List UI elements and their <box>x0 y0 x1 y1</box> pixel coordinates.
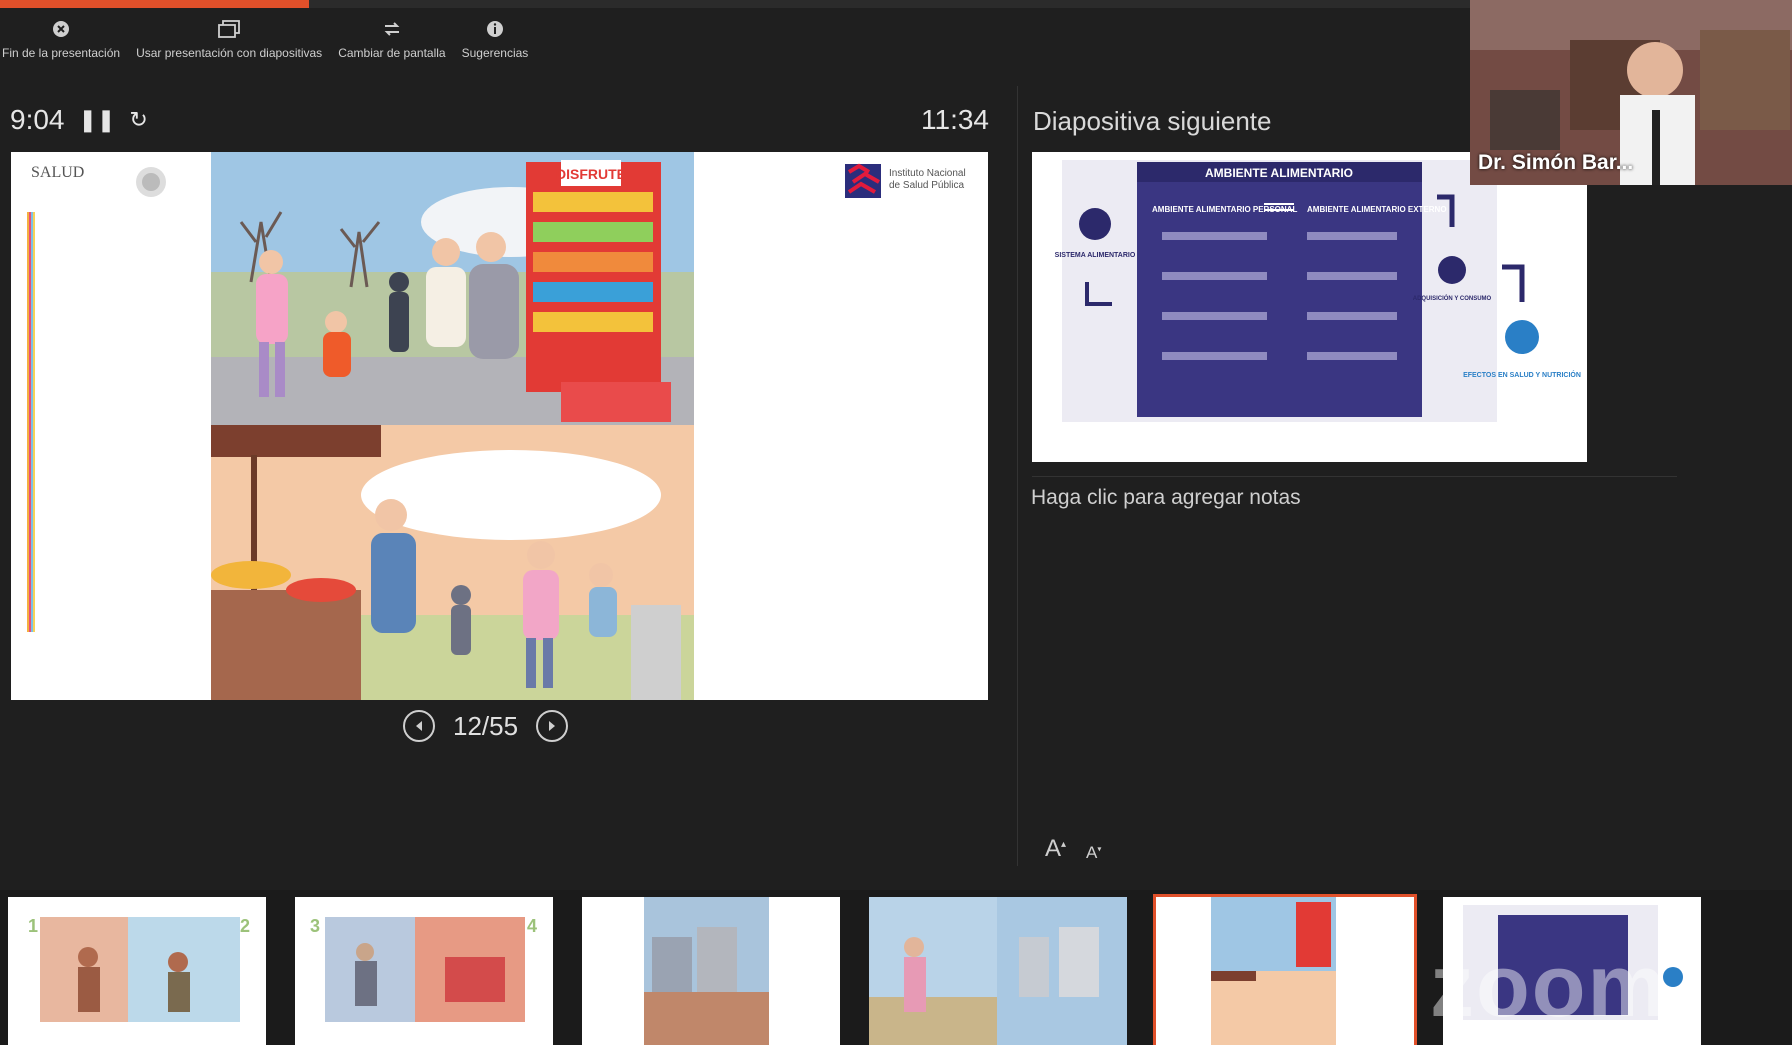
thumbnail-slide[interactable] <box>582 897 840 1045</box>
end-presentation-button[interactable]: Fin de la presentación <box>2 18 120 66</box>
use-slideshow-button[interactable]: Usar presentación con diapositivas <box>136 18 322 66</box>
participant-video[interactable]: Dr. Simón Bar... <box>1470 0 1792 185</box>
thumbnail-image <box>582 897 840 1045</box>
svg-text:1: 1 <box>28 916 38 936</box>
food-environment-diagram: AMBIENTE ALIMENTARIO AMBIENTE ALIMENTARI… <box>1055 160 1581 422</box>
use-slideshow-label: Usar presentación con diapositivas <box>136 46 323 60</box>
thumbnail-slide[interactable]: 1 2 <box>8 897 266 1045</box>
next-slide-button[interactable] <box>536 710 569 742</box>
salud-logo-text: SALUD <box>31 164 85 181</box>
diagram-efectos: EFECTOS EN SALUD Y NUTRICIÓN <box>1463 370 1581 379</box>
presenter-toolbar: Fin de la presentación Usar presentación… <box>0 18 528 66</box>
slide-navigator: 12/55 <box>403 710 569 742</box>
reset-icon[interactable]: ↻ <box>129 107 147 133</box>
swap-arrows-icon <box>381 18 403 40</box>
switch-screen-label: Cambiar de pantalla <box>338 46 446 60</box>
chevron-left-icon <box>416 721 422 731</box>
participant-name: Dr. Simón Bar... <box>1478 151 1634 174</box>
elapsed-time: 9:04 <box>10 104 65 135</box>
previous-slide-button[interactable] <box>403 710 435 742</box>
svg-text:2: 2 <box>240 916 250 936</box>
diagram-sistema: SISTEMA ALIMENTARIO <box>1055 252 1136 259</box>
thumbnail-slide-current[interactable] <box>1153 894 1417 1045</box>
market-illustration <box>211 425 694 700</box>
notes-divider <box>1032 476 1677 477</box>
info-icon <box>484 18 506 40</box>
presentation-progress-track <box>0 0 1470 8</box>
notes-font-controls: A▴ A▾ <box>1045 835 1101 863</box>
close-circle-icon <box>50 18 72 40</box>
decrease-font-button[interactable]: A▾ <box>1086 843 1101 863</box>
thumbnail-image <box>1156 897 1414 1045</box>
color-stripe <box>27 212 37 632</box>
chevron-right-icon <box>549 721 556 731</box>
speaker-notes[interactable]: Haga clic para agregar notas <box>1031 486 1301 510</box>
park-store-illustration: DISFRUTE <box>211 152 694 425</box>
end-presentation-label: Fin de la presentación <box>2 46 121 60</box>
panel-divider <box>1017 86 1018 866</box>
tips-label: Sugerencias <box>461 46 529 60</box>
elapsed-timer: 9:04 ❚❚ ↻ <box>10 104 148 136</box>
thumbnail-image: 1 2 <box>8 897 266 1045</box>
thumbnail-slide[interactable]: 3 4 <box>295 897 553 1045</box>
zoom-watermark: zoom <box>1430 936 1668 1035</box>
store-sign: DISFRUTE <box>556 166 626 182</box>
presentation-progress-fill <box>0 0 309 8</box>
next-slide-preview[interactable]: AMBIENTE ALIMENTARIO AMBIENTE ALIMENTARI… <box>1032 152 1587 462</box>
diagram-title: AMBIENTE ALIMENTARIO <box>1205 166 1353 180</box>
switch-screen-button[interactable]: Cambiar de pantalla <box>338 18 446 66</box>
increase-font-button[interactable]: A▴ <box>1045 835 1066 863</box>
tips-button[interactable]: Sugerencias <box>461 18 529 66</box>
pause-icon[interactable]: ❚❚ <box>79 107 116 133</box>
insp-line2: de Salud Pública <box>889 180 965 191</box>
insp-logo: Instituto Nacional de Salud Pública <box>843 162 978 202</box>
thumbnail-slide[interactable] <box>869 897 1127 1045</box>
slides-icon <box>218 18 241 40</box>
current-slide[interactable]: SALUD Instituto Nacional de Salud Públic… <box>11 152 988 700</box>
insp-line1: Instituto Nacional <box>889 168 966 179</box>
thumbnail-image: 3 4 <box>295 897 553 1045</box>
salud-logo: SALUD <box>31 164 181 200</box>
slide-counter: 12/55 <box>453 710 519 741</box>
current-time: 11:34 <box>921 104 989 135</box>
next-slide-heading: Diapositiva siguiente <box>1033 106 1272 136</box>
svg-text:4: 4 <box>527 916 537 936</box>
svg-text:3: 3 <box>310 916 320 936</box>
thumbnail-image <box>869 897 1127 1045</box>
diagram-adquisicion: ADQUISICIÓN Y CONSUMO <box>1413 294 1492 302</box>
diagram-right-column: AMBIENTE ALIMENTARIO EXTERNO <box>1307 205 1447 214</box>
